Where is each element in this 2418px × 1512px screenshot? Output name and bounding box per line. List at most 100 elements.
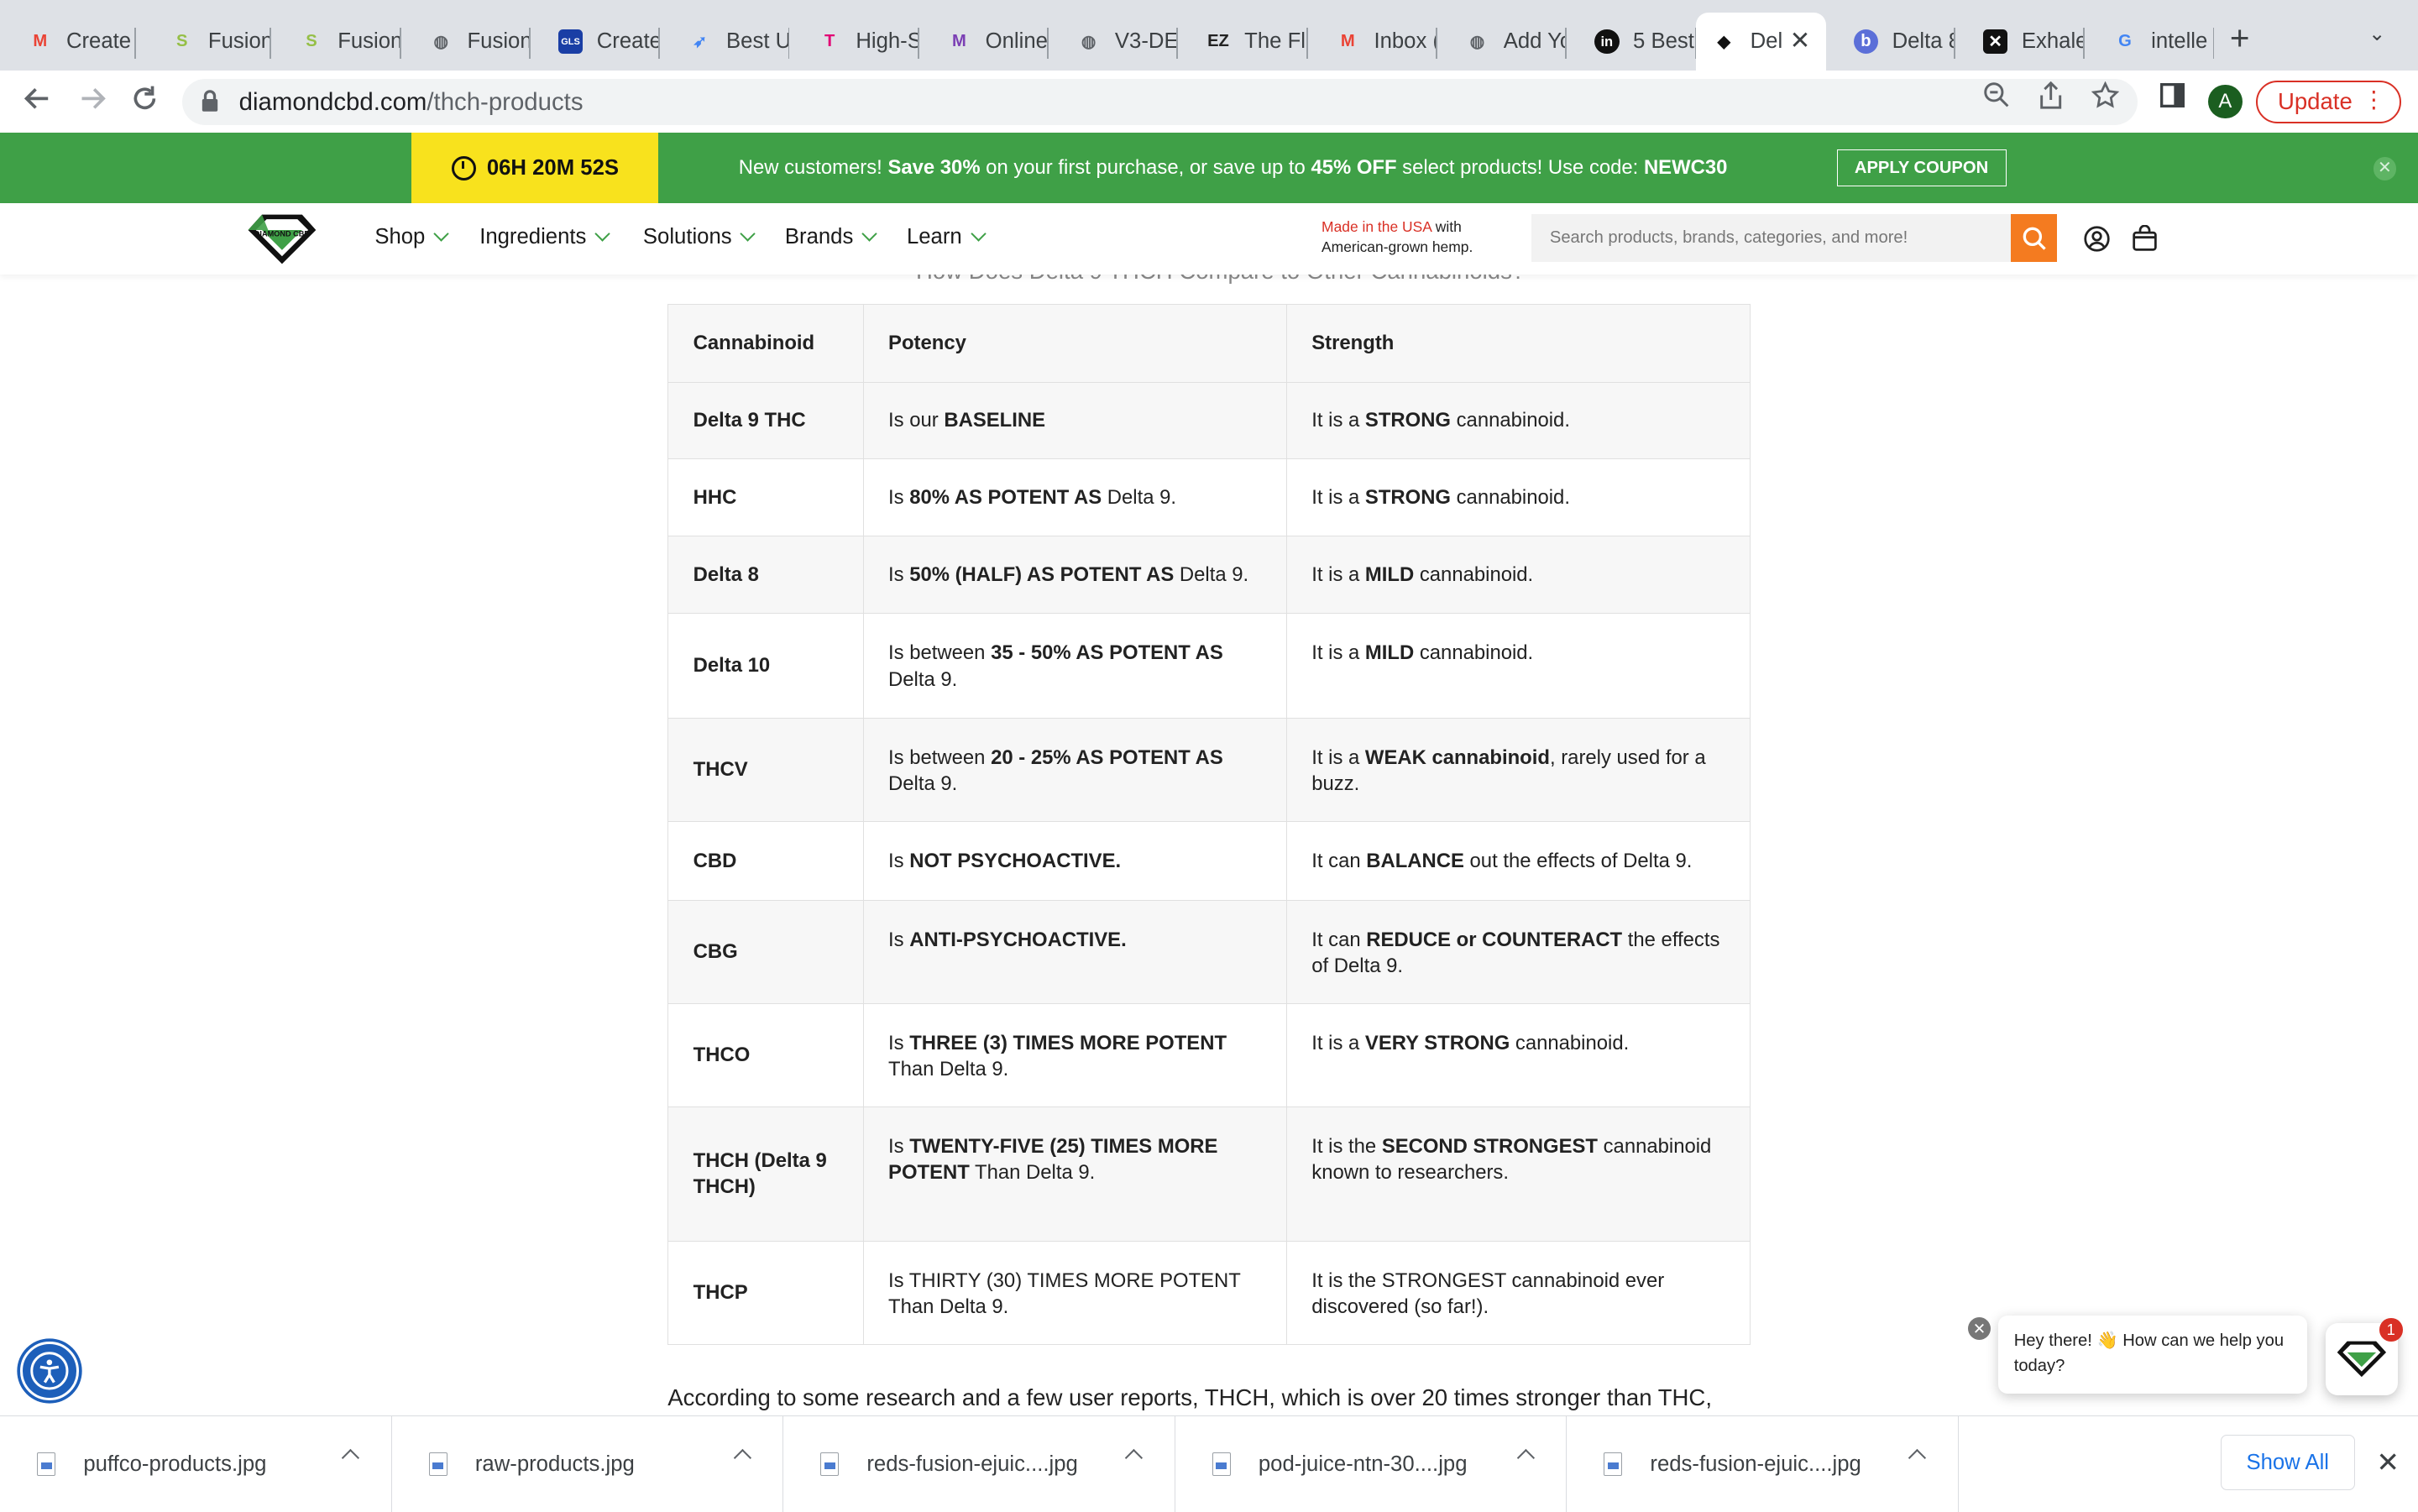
address-bar[interactable]: diamondcbd.com/thch-products bbox=[181, 78, 2138, 125]
tab-title: Online bbox=[985, 29, 1048, 54]
tab-title: Add Yo bbox=[1503, 29, 1568, 54]
nav-solutions[interactable]: Solutions bbox=[643, 225, 756, 249]
reload-icon[interactable] bbox=[129, 83, 160, 122]
tab-title: Fusion bbox=[467, 29, 531, 54]
close-download-shelf-icon[interactable]: ✕ bbox=[2376, 1446, 2400, 1479]
nav-learn[interactable]: Learn bbox=[907, 225, 987, 249]
strength-cell: It is a STRONG cannabinoid. bbox=[1285, 381, 1751, 460]
globe-icon: ◍ bbox=[1469, 33, 1485, 52]
globe-icon: ◍ bbox=[433, 33, 449, 52]
chevron-down-icon bbox=[594, 225, 610, 242]
nav-shop[interactable]: Shop bbox=[374, 225, 449, 249]
strength-cell: It is the SECOND STRONGEST cannabinoid k… bbox=[1285, 1106, 1751, 1242]
shopify-icon: S bbox=[306, 32, 317, 51]
chat-close-icon[interactable]: ✕ bbox=[1967, 1316, 1991, 1341]
table-row: CBG Is ANTI-PSYCHOACTIVE. It can REDUCE or… bbox=[667, 899, 1751, 1004]
cannabinoid-name: THCO bbox=[667, 1002, 864, 1107]
cannabinoid-name: Delta 9 THC bbox=[667, 381, 864, 460]
tab-7[interactable]: M Online bbox=[919, 13, 1049, 71]
show-all-downloads-button[interactable]: Show All bbox=[2220, 1435, 2355, 1491]
tab-2[interactable]: S Fusion bbox=[271, 13, 401, 71]
tab-12[interactable]: in 5 Best bbox=[1567, 13, 1697, 71]
account-icon[interactable] bbox=[2083, 225, 2111, 259]
cart-icon[interactable] bbox=[2131, 224, 2159, 259]
cannabinoid-name: Delta 8 bbox=[667, 536, 864, 615]
chevron-down-icon bbox=[861, 225, 877, 242]
promo-banner: 06H 20M 52S New customers! Save 30% on y… bbox=[0, 132, 2418, 204]
tab-15[interactable]: ✕ Exhale bbox=[1955, 13, 2086, 71]
potency-cell: Is ANTI-PSYCHOACTIVE. bbox=[862, 899, 1287, 1004]
strength-cell: It is a MILD cannabinoid. bbox=[1285, 536, 1751, 615]
download-item[interactable]: reds-fusion-ejuic....jpg bbox=[783, 1416, 1175, 1512]
tab-5[interactable]: ➶ Best U bbox=[660, 13, 790, 71]
new-tab-button[interactable]: + bbox=[2230, 18, 2250, 58]
side-panel-icon[interactable] bbox=[2159, 81, 2186, 116]
timer-text: 06H 20M 52S bbox=[486, 155, 620, 180]
image-file-icon bbox=[1212, 1452, 1231, 1476]
strength-cell: It is a STRONG cannabinoid. bbox=[1285, 458, 1751, 537]
search-input[interactable] bbox=[1531, 214, 2012, 263]
tmobile-icon: T bbox=[824, 32, 835, 51]
google-icon: G bbox=[2118, 32, 2132, 51]
table-row: Delta 10 Is between 35 - 50% AS POTENT AS… bbox=[667, 613, 1751, 719]
diamond-cbd-logo[interactable]: DIAMOND CBD bbox=[243, 212, 321, 274]
tab-title: Create bbox=[596, 29, 661, 54]
accessibility-icon bbox=[30, 1352, 69, 1390]
tab-11[interactable]: ◍ Add Yo bbox=[1437, 13, 1568, 71]
download-item[interactable]: raw-products.jpg bbox=[392, 1416, 784, 1512]
accessibility-button[interactable] bbox=[19, 1341, 79, 1400]
tab-8[interactable]: ◍ V3-DE bbox=[1049, 13, 1179, 71]
download-item[interactable]: pod-juice-ntn-30....jpg bbox=[1175, 1416, 1568, 1512]
svg-text:DIAMOND CBD: DIAMOND CBD bbox=[254, 229, 311, 238]
tab-13[interactable]: ◆ Del ✕ bbox=[1696, 12, 1826, 71]
nav-ingredients[interactable]: Ingredients bbox=[479, 225, 610, 249]
potency-cell: Is our BASELINE bbox=[862, 381, 1287, 460]
nav-brands[interactable]: Brands bbox=[785, 225, 877, 249]
tab-0[interactable]: M Create bbox=[0, 13, 136, 71]
kebab-menu-icon[interactable]: ⋮ bbox=[2363, 86, 2386, 113]
tab-separator bbox=[2212, 28, 2215, 59]
close-icon[interactable]: ✕ bbox=[2373, 157, 2397, 180]
tab-16[interactable]: Gintelle bbox=[2085, 13, 2215, 71]
tab-9[interactable]: EZ The Fl bbox=[1178, 13, 1308, 71]
update-button[interactable]: Update ⋮ bbox=[2256, 80, 2401, 123]
search-button[interactable] bbox=[2011, 214, 2058, 263]
download-item[interactable]: puffco-products.jpg bbox=[0, 1416, 392, 1512]
bookmark-star-icon[interactable] bbox=[2091, 81, 2119, 116]
table-row: CBD Is NOT PSYCHOACTIVE. It can BALANCE ou… bbox=[667, 821, 1751, 901]
url-text[interactable]: diamondcbd.com/thch-products bbox=[239, 88, 584, 117]
share-icon[interactable] bbox=[2039, 81, 2063, 116]
tab-close-icon[interactable]: ✕ bbox=[1790, 26, 1811, 55]
tab-14[interactable]: b Delta 8 bbox=[1826, 13, 1955, 71]
tab-3[interactable]: ◍ Fusion bbox=[401, 13, 531, 71]
tab-4[interactable]: GLS Create bbox=[531, 13, 661, 71]
zoom-icon[interactable] bbox=[1983, 81, 2011, 116]
tab-1[interactable]: S Fusion bbox=[142, 13, 272, 71]
cannabinoid-name: CBG bbox=[667, 899, 864, 1004]
download-item[interactable]: reds-fusion-ejuic....jpg bbox=[1567, 1416, 1959, 1512]
tab-6[interactable]: T High-S bbox=[789, 13, 919, 71]
profile-avatar[interactable]: A bbox=[2208, 85, 2243, 119]
search-field[interactable] bbox=[1531, 214, 2012, 263]
chat-greeting-bubble[interactable]: Hey there! 👋 How can we help you today? bbox=[1998, 1315, 2307, 1394]
strength-cell: It can BALANCE out the effects of Delta … bbox=[1285, 821, 1751, 901]
site-header: DIAMOND CBD Shop Ingredients Solutions B… bbox=[0, 203, 2418, 275]
lock-icon[interactable] bbox=[201, 89, 219, 120]
back-arrow-icon[interactable] bbox=[22, 83, 53, 122]
apply-coupon-button[interactable]: APPLY COUPON bbox=[1836, 149, 2007, 187]
gmail-icon: M bbox=[1340, 32, 1355, 51]
in-logo-icon: in bbox=[1594, 29, 1620, 55]
diamond-icon: ◆ bbox=[1717, 33, 1731, 52]
tab-search-chevron-icon[interactable]: ⌄ bbox=[2368, 22, 2385, 46]
forward-arrow-icon[interactable] bbox=[77, 83, 108, 122]
tab-10[interactable]: M Inbox ( bbox=[1308, 13, 1437, 71]
image-file-icon bbox=[428, 1452, 447, 1476]
tab-title: intelle bbox=[2151, 29, 2208, 54]
strength-cell: It is a VERY STRONG cannabinoid. bbox=[1285, 1002, 1751, 1107]
download-filename: raw-products.jpg bbox=[474, 1452, 635, 1476]
tab-title: Create bbox=[65, 29, 132, 54]
search-icon bbox=[2023, 227, 2046, 250]
cannabinoid-name: THCP bbox=[667, 1240, 864, 1345]
cannabinoid-name: THCH (Delta 9 THCH) bbox=[667, 1106, 864, 1242]
potency-cell: Is between 35 - 50% AS POTENT AS Delta 9… bbox=[862, 613, 1287, 719]
